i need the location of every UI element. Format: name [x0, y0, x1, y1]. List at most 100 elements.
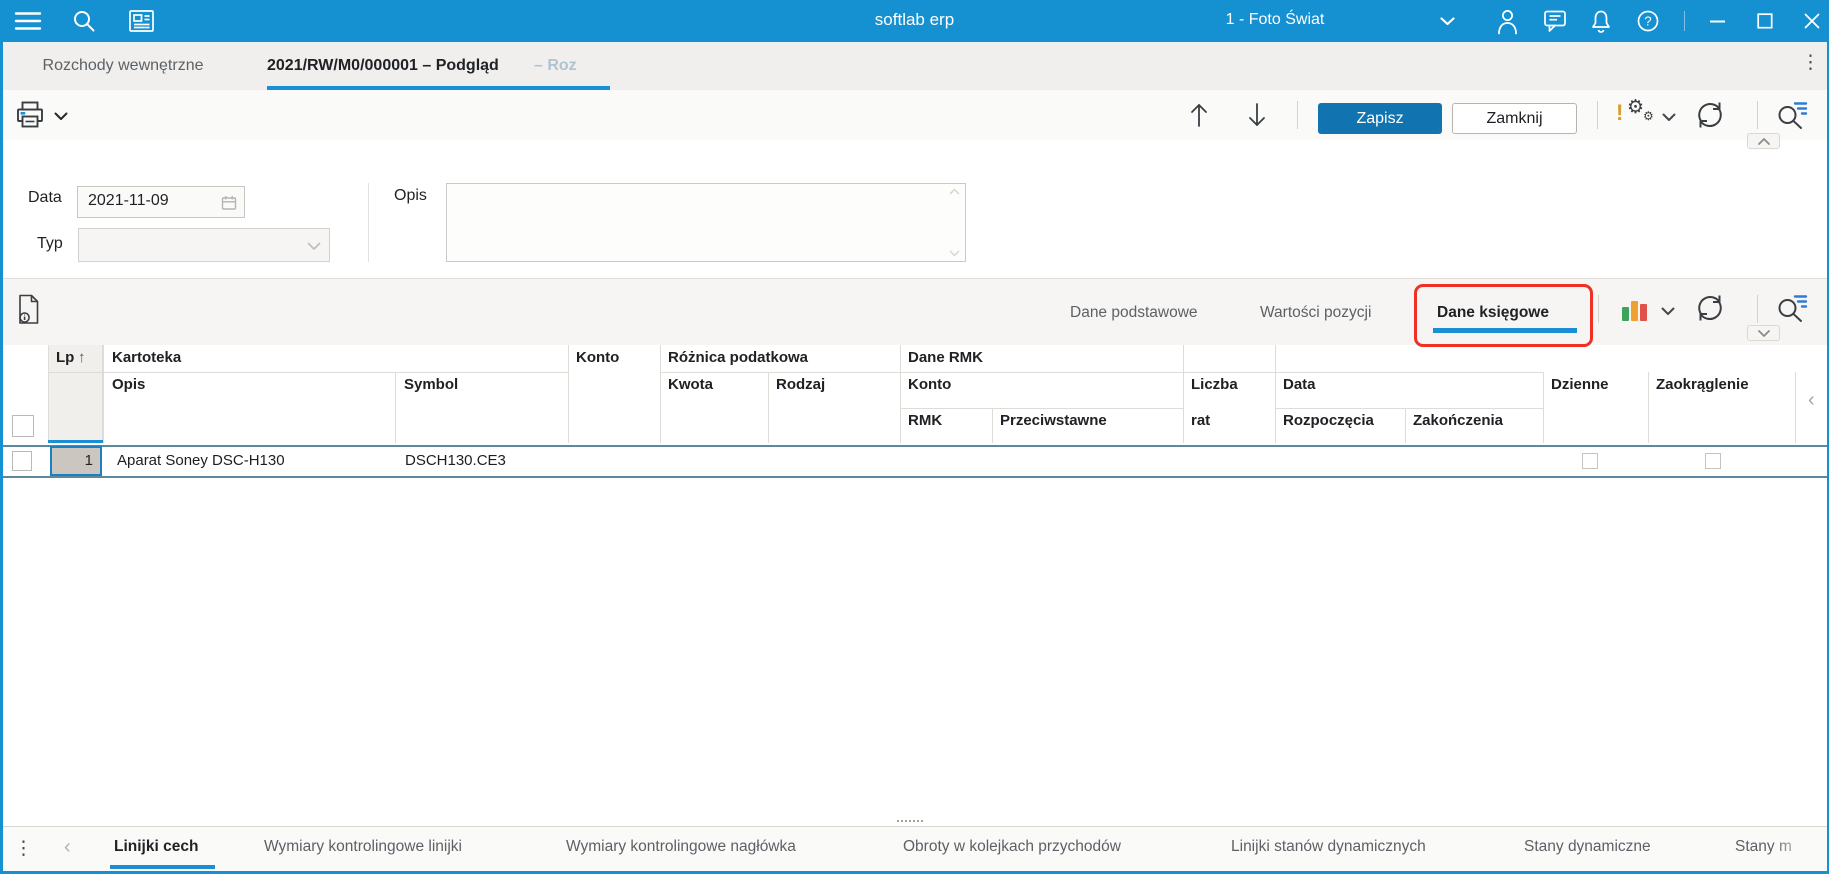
- column-header-zakonczenia[interactable]: Zakończenia: [1413, 412, 1503, 429]
- column-header-rat[interactable]: rat: [1191, 412, 1210, 429]
- collapse-panel-down-button[interactable]: [1747, 325, 1780, 341]
- row-select-checkbox[interactable]: [12, 451, 32, 471]
- maximize-icon[interactable]: [1757, 13, 1773, 29]
- tab-overflow-kebab-icon[interactable]: ⋮: [1801, 53, 1820, 72]
- chat-icon[interactable]: [1543, 10, 1567, 32]
- user-icon[interactable]: [1496, 8, 1519, 35]
- close-icon[interactable]: [1804, 13, 1820, 29]
- column-header-kartoteka[interactable]: Kartoteka: [112, 349, 181, 366]
- toolbar-divider: [1297, 101, 1298, 129]
- opis-field-label: Opis: [394, 187, 427, 204]
- section-divider: [1598, 295, 1599, 323]
- row-number-cell[interactable]: 1: [50, 446, 102, 476]
- grid-line: [103, 345, 104, 443]
- bottom-tabs-scroll-left-icon[interactable]: ‹: [64, 836, 71, 859]
- print-options-chevron-icon[interactable]: [54, 112, 68, 121]
- column-header-symbol[interactable]: Symbol: [404, 376, 458, 393]
- bottom-tab-linijki-stanow-dynamicznych[interactable]: Linijki stanów dynamicznych: [1231, 838, 1426, 856]
- selected-row-bottom-border: [0, 476, 1829, 478]
- window-border-left: [0, 42, 3, 874]
- column-header-kwota[interactable]: Kwota: [668, 376, 713, 393]
- row-zaokraglenie-checkbox[interactable]: [1705, 453, 1721, 469]
- splitter-handle[interactable]: [897, 820, 923, 826]
- navigate-down-icon[interactable]: [1244, 101, 1270, 129]
- column-header-opis[interactable]: Opis: [112, 376, 145, 393]
- document-toolbar: Zapisz Zamknij ! ⚙ ⚙: [0, 90, 1829, 141]
- section-toolbar: Dane podstawowe Wartości pozycji Dane ks…: [0, 278, 1829, 347]
- highlight-annotation: [1414, 284, 1593, 347]
- collapse-side-panel-icon[interactable]: ‹: [1808, 389, 1815, 412]
- grid-line: [1183, 345, 1184, 443]
- sort-column-underline: [48, 440, 103, 443]
- print-icon[interactable]: [14, 101, 46, 129]
- toolbar-divider: [1597, 101, 1598, 129]
- doc-tab-rozchody[interactable]: Rozchody wewnętrzne: [0, 42, 246, 90]
- collapse-panel-up-button[interactable]: [1747, 133, 1780, 149]
- column-header-liczba[interactable]: Liczba: [1191, 376, 1238, 393]
- grid-line: [1405, 408, 1406, 443]
- positions-grid: Lp ↑ Kartoteka Konto Różnica podatkowa D…: [0, 345, 1829, 478]
- select-all-checkbox[interactable]: [12, 415, 34, 437]
- bottom-tab-stany-dynamiczne[interactable]: Stany dynamiczne: [1524, 838, 1651, 856]
- bottom-tabs-kebab-icon[interactable]: ⋮: [14, 839, 33, 858]
- column-header-roznica-podatkowa[interactable]: Różnica podatkowa: [668, 349, 808, 366]
- grid-line: [1543, 372, 1544, 443]
- row-dzienne-checkbox[interactable]: [1582, 453, 1598, 469]
- svg-text:?: ?: [1644, 14, 1651, 29]
- app-window: softlab erp 1 - Foto Świat ? Rozchody we…: [0, 0, 1829, 874]
- table-row[interactable]: 1 Aparat Soney DSC-H130 DSCH130.CE3: [0, 446, 1829, 476]
- grid-line: [660, 372, 1543, 373]
- section-divider: [1757, 295, 1758, 323]
- bar-chart-icon-red-bar: [1640, 304, 1647, 321]
- data-date-field[interactable]: 2021-11-09: [77, 186, 245, 218]
- chart-view-dropdown[interactable]: [1622, 295, 1678, 325]
- grid-line: [992, 408, 993, 443]
- company-selector[interactable]: 1 - Foto Świat: [1130, 0, 1470, 42]
- chevron-down-icon: [1661, 307, 1675, 316]
- search-filter-icon[interactable]: [1776, 293, 1808, 323]
- column-header-rodzaj[interactable]: Rodzaj: [776, 376, 825, 393]
- column-header-konto-rmk[interactable]: Konto: [908, 376, 951, 393]
- bottom-tab-linijki-cech[interactable]: Linijki cech: [114, 838, 198, 856]
- section-tab-wartosci-pozycji[interactable]: Wartości pozycji: [1260, 304, 1371, 322]
- document-tab-bar: Rozchody wewnętrzne 2021/RW/M0/000001 – …: [0, 42, 1829, 91]
- grid-line: [1275, 345, 1276, 443]
- bell-icon[interactable]: [1590, 9, 1612, 34]
- column-header-data[interactable]: Data: [1283, 376, 1316, 393]
- column-header-dzienne[interactable]: Dzienne: [1551, 376, 1609, 393]
- column-header-konto[interactable]: Konto: [576, 349, 619, 366]
- column-header-dane-rmk[interactable]: Dane RMK: [908, 349, 983, 366]
- document-info-icon[interactable]: [16, 294, 42, 325]
- toolbar-divider: [1757, 101, 1758, 129]
- help-icon[interactable]: ?: [1636, 9, 1660, 33]
- grid-line: [660, 345, 661, 443]
- sort-ascending-icon: ↑: [78, 349, 86, 366]
- grid-line: [768, 372, 769, 443]
- save-button[interactable]: Zapisz: [1318, 103, 1442, 134]
- doc-tab-active[interactable]: 2021/RW/M0/000001 – Podgląd – Roz: [246, 42, 610, 90]
- bottom-tab-wymiary-kontrolingowe-naglowka[interactable]: Wymiary kontrolingowe nagłówka: [566, 838, 796, 856]
- column-header-rozpoczecia[interactable]: Rozpoczęcia: [1283, 412, 1374, 429]
- navigate-up-icon[interactable]: [1186, 101, 1212, 129]
- column-header-rmk[interactable]: RMK: [908, 412, 942, 429]
- small-gear-icon: ⚙: [1643, 109, 1654, 123]
- calendar-icon[interactable]: [221, 195, 237, 211]
- opis-textarea[interactable]: [446, 183, 966, 262]
- grid-line: [1648, 372, 1649, 443]
- section-tab-dane-podstawowe[interactable]: Dane podstawowe: [1070, 304, 1198, 322]
- column-header-przeciwstawne[interactable]: Przeciwstawne: [1000, 412, 1107, 429]
- warning-exclamation-icon: !: [1616, 100, 1624, 125]
- company-name: 1 - Foto Świat: [1225, 11, 1325, 28]
- bottom-tab-wymiary-kontrolingowe-linijki[interactable]: Wymiary kontrolingowe linijki: [264, 838, 462, 856]
- column-header-lp[interactable]: Lp: [56, 349, 74, 366]
- search-filter-icon[interactable]: [1776, 100, 1808, 130]
- typ-select[interactable]: [78, 228, 330, 262]
- refresh-icon[interactable]: [1694, 99, 1726, 131]
- minimize-icon[interactable]: [1710, 20, 1726, 23]
- refresh-icon[interactable]: [1694, 292, 1726, 324]
- data-date-value: 2021-11-09: [88, 192, 169, 209]
- validation-settings-dropdown[interactable]: ! ⚙ ⚙: [1616, 97, 1678, 130]
- bottom-tab-obroty-w-kolejkach[interactable]: Obroty w kolejkach przychodów: [903, 838, 1121, 856]
- column-header-zaokraglenie[interactable]: Zaokrąglenie: [1656, 376, 1749, 393]
- close-document-button[interactable]: Zamknij: [1452, 103, 1577, 134]
